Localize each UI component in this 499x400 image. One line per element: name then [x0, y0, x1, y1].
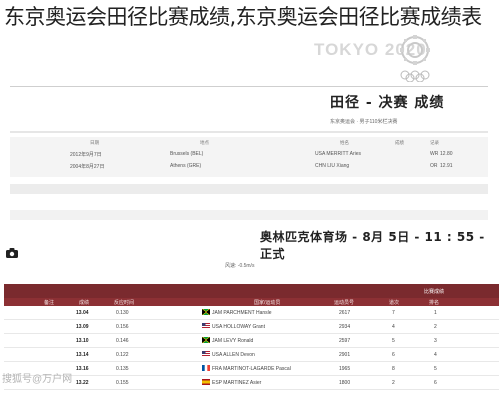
flag-icon [202, 365, 210, 371]
rank-cell: 1 [434, 310, 437, 316]
time-cell: 13.16 [76, 366, 89, 372]
records-table: 记录 成绩 姓名 地点 日期 WR 12.80 USA MERRITT Arie… [10, 137, 488, 177]
table-row: 5 8 1965 FRA MARTINOT-LAGARDE Pascal 0.135 13… [4, 362, 499, 376]
athlete-cell: JAM LEVY Ronald [212, 338, 254, 344]
reaction-cell: 0.146 [116, 338, 129, 344]
col-time: 成绩 [79, 300, 90, 306]
bib-cell: 2617 [339, 310, 351, 316]
records-header-name: 姓名 [340, 140, 349, 145]
results-title-bar: 比赛成绩 [4, 284, 499, 298]
tokyo-emblem-icon [400, 35, 430, 65]
records-header-date: 日期 [90, 140, 99, 145]
table-row: 4 6 2901 USA ALLEN Devon 0.122 13.14 [4, 348, 499, 362]
col-note: 备注 [44, 300, 55, 306]
results-title: 比赛成绩 [424, 289, 445, 295]
record-holder: CHN LIU Xiang [315, 163, 350, 169]
watermark: 搜狐号@万户网 [2, 374, 73, 385]
time-cell: 13.04 [76, 310, 89, 316]
records-top-rule [10, 131, 488, 133]
olympic-rings-icon [400, 70, 430, 82]
article-title: 东京奥运会田径比赛成绩,东京奥运会田径比赛成绩表 [4, 5, 482, 29]
results-header-row: 排名 道次 运动员号 国家/运动员 反应时间 成绩 备注 [4, 298, 499, 306]
athlete-cell: USA HOLLOWAY Grant [212, 324, 265, 330]
rank-cell: 2 [434, 324, 437, 330]
bib-cell: 1965 [339, 366, 351, 372]
camera-icon [6, 248, 18, 258]
time-cell: 13.14 [76, 352, 89, 358]
bib-cell: 1800 [339, 380, 351, 386]
table-row: 1 7 2617 JAM PARCHMENT Hansle 0.130 13.04 [4, 306, 499, 320]
section-title: 田径 - 决赛 成绩 [330, 95, 445, 111]
athlete-cell: USA ALLEN Devon [212, 352, 255, 358]
records-header-mark: 成绩 [395, 140, 404, 145]
col-reaction: 反应时间 [114, 300, 135, 306]
flag-icon [202, 351, 210, 357]
rank-cell: 6 [434, 380, 437, 386]
reaction-cell: 0.156 [116, 324, 129, 330]
flag-icon [202, 337, 210, 343]
reaction-cell: 0.122 [116, 352, 129, 358]
table-row: 2 4 2934 USA HOLLOWAY Grant 0.156 13.09 [4, 320, 499, 334]
record-date: 2004年8月27日 [70, 164, 105, 170]
rank-cell: 4 [434, 352, 437, 358]
rank-cell: 3 [434, 338, 437, 344]
reaction-cell: 0.155 [116, 380, 129, 386]
rank-cell: 5 [434, 366, 437, 372]
bib-cell: 2597 [339, 338, 351, 344]
record-date: 2012年9月7日 [70, 152, 102, 158]
reaction-cell: 0.130 [116, 310, 129, 316]
wind-speed: 风速: -0.5m/s [225, 263, 255, 269]
band [10, 184, 488, 194]
divider [10, 86, 488, 87]
lane-cell: 7 [392, 310, 395, 316]
lane-cell: 5 [392, 338, 395, 344]
band [10, 210, 488, 220]
record-mark: 12.91 [440, 163, 453, 169]
flag-icon [202, 309, 210, 315]
record-holder: USA MERRITT Aries [315, 151, 362, 157]
records-header-type: 记录 [430, 140, 439, 145]
time-cell: 13.22 [76, 380, 89, 386]
time-cell: 13.09 [76, 324, 89, 330]
time-cell: 13.10 [76, 338, 89, 344]
section-subtitle: 东京奥运会 · 男子110米栏决赛 [330, 119, 398, 125]
athlete-cell: FRA MARTINOT-LAGARDE Pascal [212, 366, 291, 372]
lane-cell: 8 [392, 366, 395, 372]
table-row: 6 2 1800 ESP MARTINEZ Asier 0.155 13.22 [4, 376, 499, 390]
col-rank: 排名 [429, 300, 440, 306]
venue-line: 奥林匹克体育场 - 8月 5日 - 11 : 55 - 正式 [260, 230, 485, 261]
record-place: Brussels (BEL) [170, 151, 204, 157]
col-bib: 运动员号 [334, 300, 355, 306]
lane-cell: 4 [392, 324, 395, 330]
bib-cell: 2934 [339, 324, 351, 330]
lane-cell: 6 [392, 352, 395, 358]
record-type: OR [430, 163, 438, 169]
record-place: Athens (GRE) [170, 163, 202, 169]
records-row-wr: WR 12.80 USA MERRITT Aries Brussels (BEL… [10, 149, 488, 160]
athlete-cell: JAM PARCHMENT Hansle [212, 310, 272, 316]
col-lane: 道次 [389, 300, 400, 306]
records-row-or: OR 12.91 CHN LIU Xiang Athens (GRE) 2004… [10, 161, 488, 172]
results-table: 比赛成绩 排名 道次 运动员号 国家/运动员 反应时间 成绩 备注 1 7 2617… [4, 284, 499, 400]
table-row: 3 5 2597 JAM LEVY Ronald 0.146 13.10 [4, 334, 499, 348]
lane-cell: 2 [392, 380, 395, 386]
reaction-cell: 0.135 [116, 366, 129, 372]
record-type: WR [430, 151, 439, 157]
athlete-cell: ESP MARTINEZ Asier [212, 380, 262, 386]
records-header-place: 地点 [200, 140, 209, 145]
bib-cell: 2901 [339, 352, 351, 358]
record-mark: 12.80 [440, 151, 453, 157]
flag-icon [202, 323, 210, 329]
flag-icon [202, 379, 210, 385]
col-athlete: 国家/运动员 [254, 300, 281, 306]
